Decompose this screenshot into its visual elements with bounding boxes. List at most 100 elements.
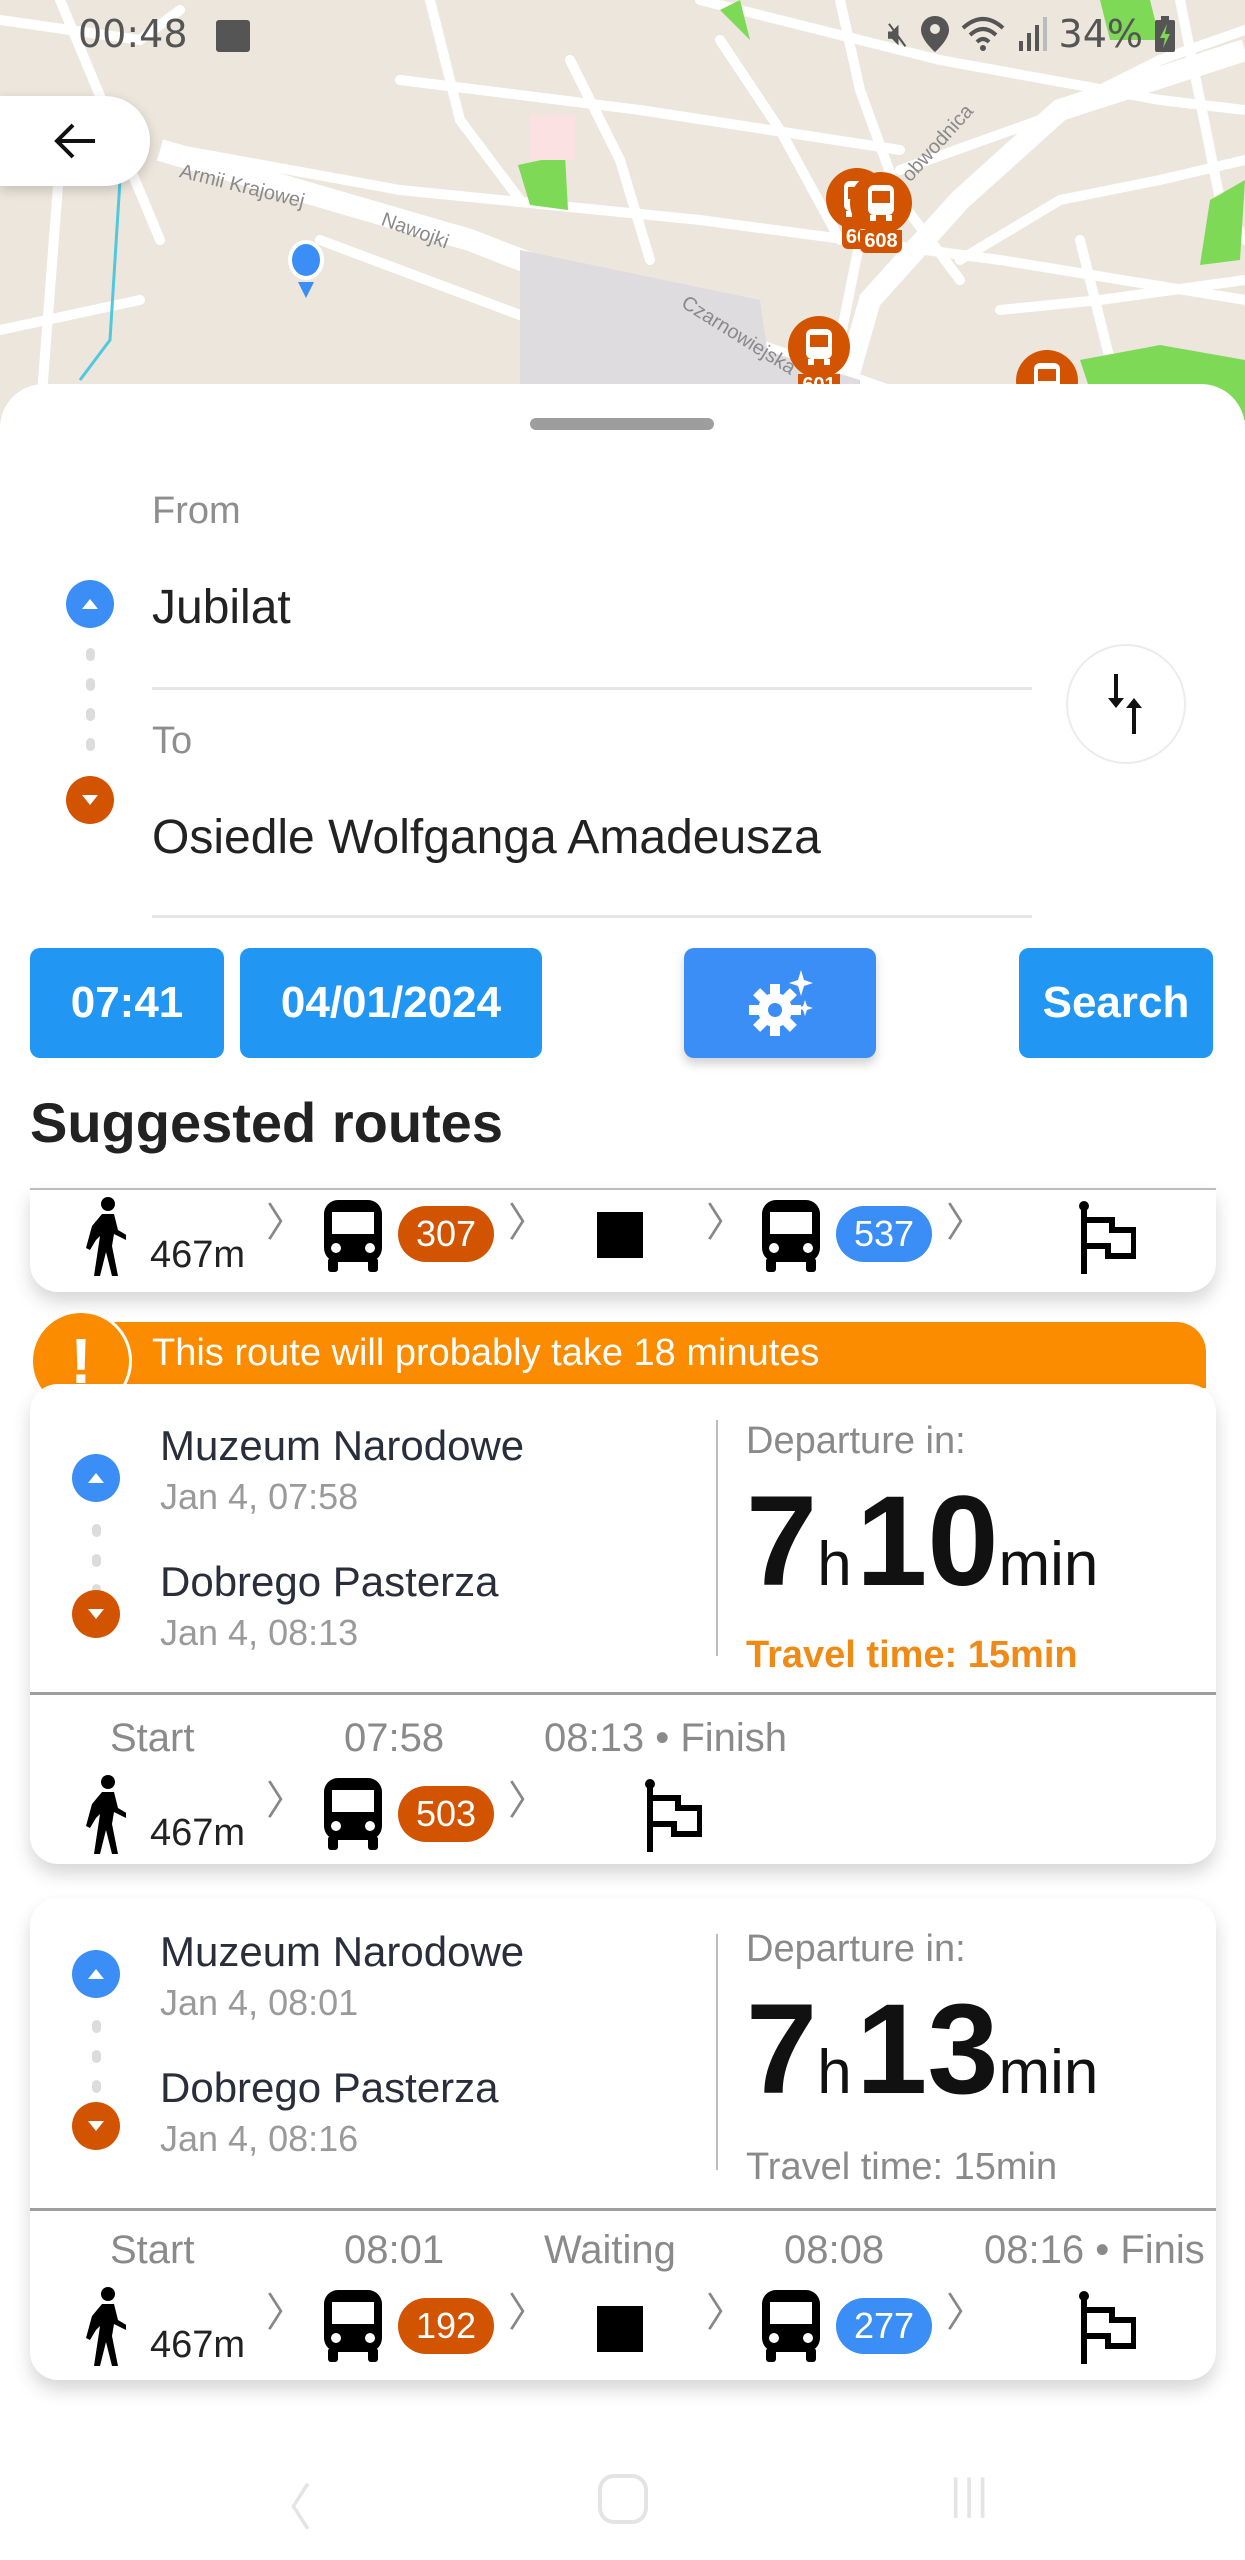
bus-icon — [324, 2290, 382, 2362]
bus-icon — [788, 316, 850, 378]
minutes-unit: min — [998, 1530, 1099, 1599]
destination-stop-name: Dobrego Pasterza — [160, 1558, 499, 1605]
chevron-right-icon: 〉 — [706, 2290, 746, 2336]
destination-marker-icon — [72, 2102, 120, 2150]
battery-charging-icon — [1155, 16, 1175, 52]
origin-stop-name: Muzeum Narodowe — [160, 1422, 525, 1469]
connector-dot — [92, 2020, 101, 2033]
user-location-pin-icon — [288, 240, 324, 298]
connector-dot — [92, 1524, 101, 1537]
nav-recents-icon[interactable]: ||| — [950, 2470, 990, 2520]
location-icon — [920, 16, 949, 52]
connector-dot — [92, 2050, 101, 2063]
bus-icon — [324, 1200, 382, 1272]
departure-label: Departure in: — [746, 1928, 966, 1970]
minutes-unit: min — [998, 2038, 1099, 2107]
walk-distance: 467m — [150, 1812, 246, 1854]
from-input[interactable]: Jubilat — [152, 580, 291, 635]
departure-minutes: 13 — [856, 1978, 999, 2121]
finish-flag-icon — [1079, 2291, 1136, 2364]
connector-dot — [86, 678, 95, 691]
warning-text: This route will probably take 18 minutes — [152, 1332, 820, 1374]
nav-back-icon[interactable]: 〈 — [262, 2468, 312, 2540]
route-warning-banner: This route will probably take 18 minutes — [40, 1322, 1206, 1388]
to-label: To — [152, 720, 193, 762]
connector-dot — [86, 708, 95, 721]
destination-stop-name: Dobrego Pasterza — [160, 2064, 499, 2111]
route-card[interactable]: Muzeum Narodowe Jan 4, 08:01 Dobrego Pas… — [30, 1898, 1216, 2380]
leg-time: Start — [110, 1716, 195, 1760]
chevron-right-icon: 〉 — [266, 1200, 306, 1246]
leg-time: 08:01 — [344, 2228, 445, 2272]
walk-distance: 467m — [150, 1234, 246, 1276]
to-input[interactable]: Osiedle Wolfganga Amadeusza — [152, 810, 821, 865]
route-card[interactable]: 467m 〉 307 〉 〉 537 〉 — [30, 1188, 1216, 1292]
leg-time: 08:08 — [784, 2228, 885, 2272]
bus-stop-marker[interactable]: 608 — [850, 172, 912, 253]
swap-vertical-icon — [1108, 674, 1142, 734]
leg-time: Waiting — [544, 2228, 676, 2272]
divider — [716, 1934, 718, 2170]
connector-dot — [92, 2080, 101, 2093]
divider — [30, 2208, 1216, 2211]
status-time: 00:48 — [78, 12, 188, 56]
departure-hours: 7 — [746, 1978, 818, 2121]
walk-icon — [86, 1775, 126, 1854]
bus-icon — [324, 1778, 382, 1850]
chevron-right-icon: 〉 — [946, 1200, 986, 1246]
line-badge: 537 — [836, 1206, 932, 1262]
arrow-left-icon — [54, 123, 95, 159]
signal-icon — [1018, 17, 1047, 51]
bus-marker-label: 608 — [860, 230, 902, 253]
origin-stop-name: Muzeum Narodowe — [160, 1928, 525, 1975]
chevron-right-icon: 〉 — [508, 2290, 548, 2336]
bus-icon — [762, 1200, 820, 1272]
departure-countdown: 7h 10min — [746, 1468, 1098, 1615]
origin-stop-time: Jan 4, 07:58 — [160, 1476, 359, 1517]
departure-hours: 7 — [746, 1470, 818, 1613]
leg-time: 08:13 • Finish — [544, 1716, 788, 1760]
chevron-right-icon: 〉 — [706, 1200, 746, 1246]
line-badge: 192 — [398, 2298, 494, 2354]
departure-label: Departure in: — [746, 1420, 966, 1462]
mute-icon: 🔇︎ — [887, 14, 909, 54]
chevron-right-icon: 〉 — [946, 2290, 986, 2336]
nav-home-icon[interactable] — [598, 2474, 648, 2524]
map-view[interactable]: Armii Krajowej Nawojki Czarnowiejska II … — [0, 0, 1245, 440]
waiting-stop-icon — [597, 1212, 643, 1258]
sheet-drag-handle[interactable] — [530, 418, 714, 430]
wifi-icon — [961, 17, 1004, 51]
from-label: From — [152, 490, 241, 532]
walk-distance: 467m — [150, 2324, 246, 2366]
route-card[interactable]: Muzeum Narodowe Jan 4, 07:58 Dobrego Pas… — [30, 1384, 1216, 1864]
time-picker-button[interactable]: 07:41 — [30, 948, 224, 1058]
swap-locations-button[interactable] — [1066, 644, 1186, 764]
route-settings-button[interactable] — [684, 948, 876, 1058]
bus-icon — [850, 172, 912, 234]
line-badge: 277 — [836, 2298, 932, 2354]
destination-stop-time: Jan 4, 08:13 — [160, 1612, 359, 1653]
leg-time: Start — [110, 2228, 195, 2272]
route-planner-sheet: From Jubilat To Osiedle Wolfganga Amadeu… — [0, 384, 1245, 2560]
origin-marker-icon — [72, 1950, 120, 1998]
date-picker-button[interactable]: 04/01/2024 — [240, 948, 542, 1058]
to-underline — [152, 915, 1032, 918]
line-badge: 503 — [398, 1786, 494, 1842]
line-badge: 307 — [398, 1206, 494, 1262]
departure-countdown: 7h 13min — [746, 1976, 1098, 2123]
hours-unit: h — [817, 2038, 852, 2107]
system-nav-bar: 〈 ||| — [0, 2440, 1245, 2560]
status-bar: 00:48 🔇︎ 34% — [0, 0, 1245, 72]
destination-marker-icon — [66, 776, 114, 824]
back-button[interactable] — [0, 96, 150, 186]
battery-percent: 34% — [1058, 12, 1143, 56]
travel-time: Travel time: 15min — [746, 2146, 1058, 2188]
walk-icon — [86, 1197, 126, 1276]
leg-time: 07:58 — [344, 1716, 445, 1760]
gallery-icon — [216, 20, 250, 52]
departure-minutes: 10 — [856, 1470, 999, 1613]
from-underline — [152, 687, 1032, 690]
search-button[interactable]: Search — [1019, 948, 1213, 1058]
chevron-right-icon: 〉 — [266, 1778, 306, 1824]
chevron-right-icon: 〉 — [508, 1778, 548, 1824]
